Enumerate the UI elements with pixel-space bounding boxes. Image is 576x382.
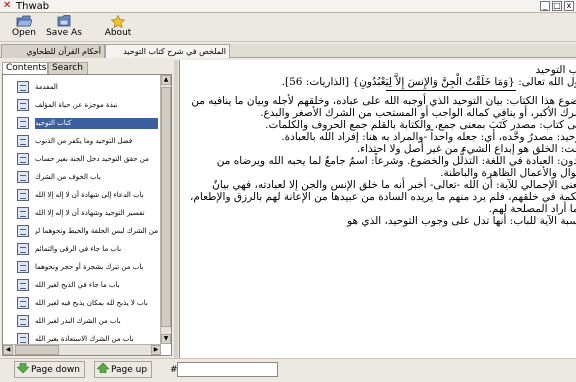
contents-item-label: باب لا يذبح لله بمكان يذبح فيه لغير الله bbox=[35, 299, 148, 307]
contents-item-label: باب ما جاء في الذبح لغير الله bbox=[35, 281, 120, 289]
article-heading: كتاب التوحيد bbox=[535, 64, 576, 76]
scroll-left-arrow[interactable]: ◀ bbox=[3, 345, 13, 355]
contents-item[interactable]: باب الدعاء إلى شهادة أن لا إله إلا الله bbox=[5, 187, 158, 204]
about-star-icon bbox=[110, 15, 126, 28]
contents-list[interactable]: المقدمة نبذة موجزة عن حياة المؤلف كتاب الت… bbox=[2, 74, 172, 356]
contents-item[interactable]: من حقق التوحيد دخل الجنة بغير حساب bbox=[5, 151, 158, 168]
book-page-icon bbox=[17, 99, 29, 111]
tab-contents[interactable]: Contents bbox=[2, 62, 48, 74]
navigation-bar: Page down Page up #: bbox=[0, 358, 576, 382]
document-tabs: أحكام القرآن للطحاوي الملخص في شرح كتاب … bbox=[0, 44, 576, 58]
app-window: ✕ Thwab _ □ x Open Save As About أحكام ا… bbox=[0, 0, 576, 382]
contents-item[interactable]: تفسير التوحيد وشهادة أن لا إله إلا الله bbox=[5, 205, 158, 222]
article-view[interactable]: كتاب التوحيد وقول الله تعالى: {وَمَا خَل… bbox=[179, 60, 576, 358]
contents-item[interactable]: كتاب التوحيد bbox=[5, 115, 158, 132]
contents-item[interactable]: باب من تبرك بشجرة أو حجر ونحوهما bbox=[5, 259, 158, 276]
contents-item[interactable]: باب من الشرك النذر لغير الله bbox=[5, 313, 158, 330]
open-button[interactable]: Open bbox=[6, 15, 42, 41]
tab-search[interactable]: Search bbox=[48, 62, 88, 74]
tab-mulakhas-tawheed[interactable]: الملخص في شرح كتاب التوحيد bbox=[105, 44, 230, 58]
side-panel: Contents Search المقدمة نبذة موجزة عن حيا… bbox=[0, 60, 174, 358]
contents-item[interactable]: المقدمة bbox=[5, 79, 158, 96]
scroll-right-arrow[interactable]: ▶ bbox=[151, 345, 161, 355]
contents-item-label: باب من تبرك بشجرة أو حجر ونحوهما bbox=[35, 263, 144, 271]
contents-item[interactable]: فضل التوحيد وما يكفر من الذنوب bbox=[5, 133, 158, 150]
article-paragraph: مناسبة الآية للباب: أنها تدل على وجوب ال… bbox=[347, 215, 576, 227]
book-page-icon bbox=[17, 189, 29, 201]
contents-item-label: باب الدعاء إلى شهادة أن لا إله إلا الله bbox=[35, 191, 144, 199]
page-up-label: Page up bbox=[111, 365, 148, 375]
article-text: كتاب التوحيد وقول الله تعالى: {وَمَا خَل… bbox=[180, 60, 576, 358]
book-page-icon bbox=[17, 315, 29, 327]
contents-item[interactable]: باب ما جاء في الرقى والتمائم bbox=[5, 241, 158, 258]
pane-splitter[interactable] bbox=[174, 60, 178, 358]
contents-item[interactable]: باب لا يذبح لله بمكان يذبح فيه لغير الله bbox=[5, 295, 158, 312]
window-title: Thwab bbox=[16, 1, 50, 12]
book-page-icon bbox=[17, 297, 29, 309]
horizontal-scroll-thumb[interactable] bbox=[15, 345, 59, 355]
book-page-icon bbox=[17, 81, 29, 93]
contents-item[interactable]: باب الخوف من الشرك bbox=[5, 169, 158, 186]
article-paragraph: موضوع هذا الكتاب: بيان التوحيد الذي أوجب… bbox=[191, 95, 576, 119]
book-page-icon bbox=[17, 225, 29, 237]
page-number-input[interactable] bbox=[177, 362, 278, 377]
book-page-icon bbox=[17, 171, 29, 183]
page-down-button[interactable]: Page down bbox=[14, 361, 85, 378]
contents-item-label: كتاب التوحيد bbox=[35, 118, 158, 129]
maximize-button[interactable]: □ bbox=[552, 1, 562, 11]
contents-item-label: تفسير التوحيد وشهادة أن لا إله إلا الله bbox=[35, 209, 145, 217]
contents-item[interactable]: نبذة موجزة عن حياة المؤلف bbox=[5, 97, 158, 114]
save-as-button[interactable]: Save As bbox=[44, 15, 84, 41]
folder-open-icon bbox=[16, 15, 32, 27]
article-divider bbox=[386, 90, 516, 91]
book-page-icon bbox=[17, 153, 29, 165]
tab-ahkam-alquran[interactable]: أحكام القرآن للطحاوي bbox=[1, 44, 105, 58]
contents-item-label: باب الخوف من الشرك bbox=[35, 173, 101, 181]
save-as-icon bbox=[57, 15, 71, 27]
contents-item[interactable]: باب ما جاء في الذبح لغير الله bbox=[5, 277, 158, 294]
article-paragraph: التوحيد: مصدرُ وحَّده، أي: جعله واحداً -… bbox=[281, 131, 576, 143]
app-x-icon: ✕ bbox=[3, 0, 12, 11]
title-bar[interactable]: ✕ Thwab _ □ x bbox=[0, 0, 576, 13]
book-page-icon bbox=[17, 207, 29, 219]
book-page-icon bbox=[17, 261, 29, 273]
toolbar: Open Save As About bbox=[0, 14, 576, 42]
arrow-down-icon bbox=[17, 363, 29, 373]
arrow-up-icon bbox=[97, 363, 109, 373]
contents-horizontal-scrollbar[interactable]: ◀ ▶ bbox=[3, 344, 161, 355]
about-label: About bbox=[104, 28, 132, 38]
window-controls: _ □ x bbox=[540, 0, 576, 13]
about-button[interactable]: About bbox=[100, 15, 136, 41]
contents-item-label: فضل التوحيد وما يكفر من الذنوب bbox=[35, 137, 133, 145]
vertical-scroll-thumb[interactable] bbox=[161, 87, 171, 327]
page-down-label: Page down bbox=[31, 365, 80, 375]
contents-item-label: باب من الشرك النذر لغير الله bbox=[35, 317, 121, 325]
scroll-up-arrow[interactable]: ▲ bbox=[161, 75, 171, 85]
article-paragraph: يعبدون: العبادة في اللغة: التذلُّل والخض… bbox=[216, 155, 576, 179]
book-page-icon bbox=[17, 243, 29, 255]
article-verse: وقول الله تعالى: {وَمَا خَلَقْتُ الْجِنَ… bbox=[281, 76, 576, 88]
article-paragraph: المعنى الإجمالي للآية: أن الله -تعالى- أ… bbox=[190, 179, 576, 215]
book-page-icon bbox=[17, 135, 29, 147]
contents-item[interactable]: من الشرك لبس الحلقة والخيط ونحوهما لرفع … bbox=[5, 223, 158, 240]
close-button[interactable]: x bbox=[564, 1, 574, 11]
open-label: Open bbox=[11, 28, 37, 38]
contents-item-label: من حقق التوحيد دخل الجنة بغير حساب bbox=[35, 155, 149, 163]
book-page-icon bbox=[17, 279, 29, 291]
minimize-button[interactable]: _ bbox=[540, 1, 550, 11]
article-paragraph: خلقت: الخلق هو إبداع الشيء من غير أصل ول… bbox=[356, 143, 576, 155]
scroll-down-arrow[interactable]: ▼ bbox=[161, 334, 171, 344]
book-page-icon bbox=[17, 117, 29, 129]
contents-item-label: المقدمة bbox=[35, 83, 58, 91]
save-as-label: Save As bbox=[46, 28, 82, 38]
contents-item-label: باب ما جاء في الرقى والتمائم bbox=[35, 245, 122, 253]
contents-item-label: نبذة موجزة عن حياة المؤلف bbox=[35, 101, 118, 109]
page-up-button[interactable]: Page up bbox=[94, 361, 153, 378]
contents-item-label: من الشرك لبس الحلقة والخيط ونحوهما لرفع … bbox=[35, 227, 158, 235]
article-paragraph: معنى كتاب: مصدر كَتَبَ بمعنى جمع، والكتا… bbox=[265, 119, 576, 131]
contents-vertical-scrollbar[interactable]: ▲ ▼ bbox=[160, 75, 171, 344]
